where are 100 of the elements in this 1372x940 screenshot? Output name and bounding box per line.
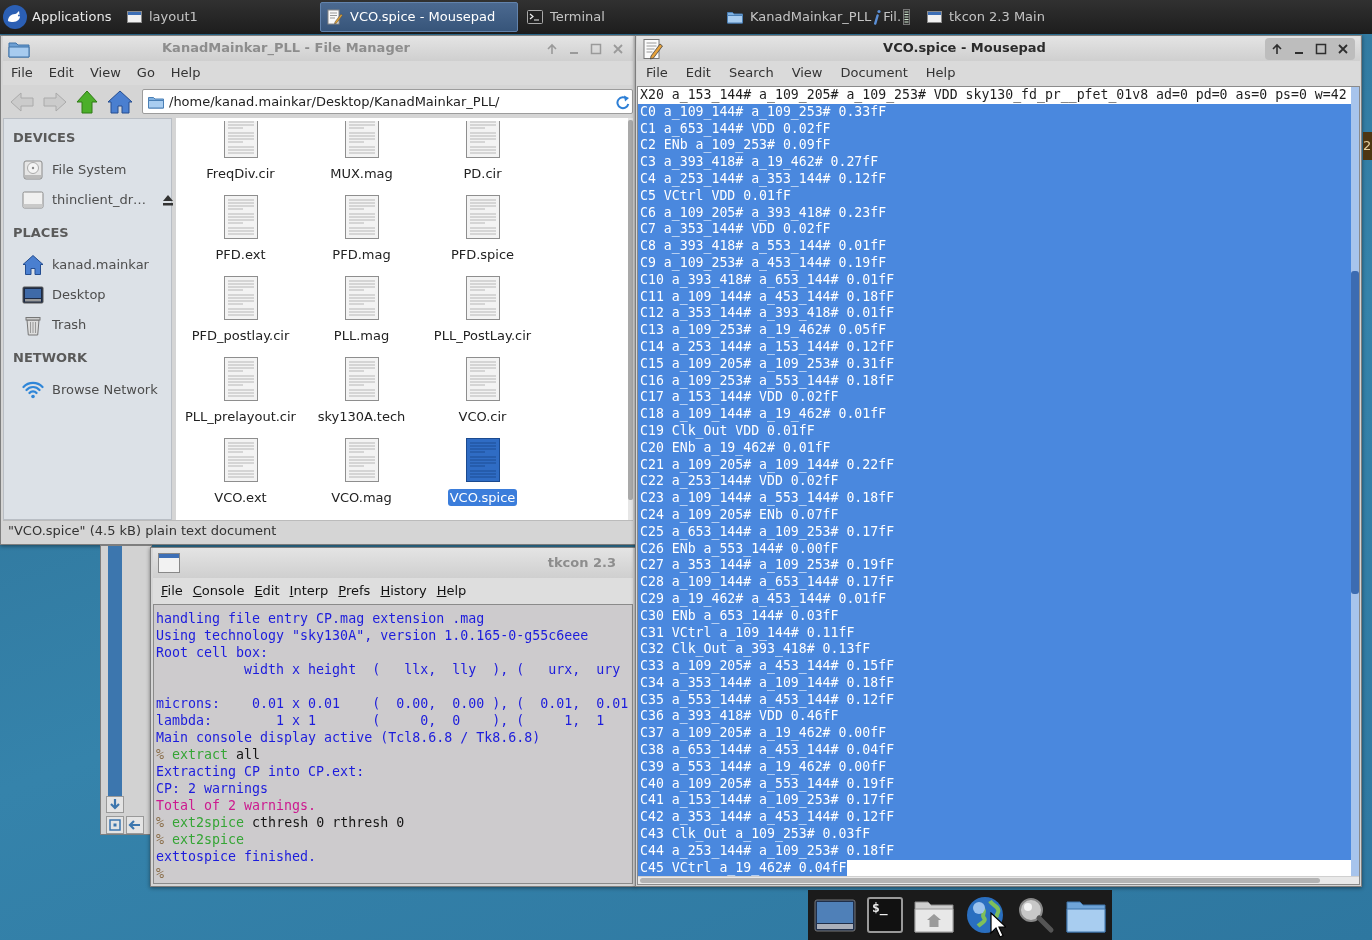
sidebar-item[interactable]: thinclient_dr… bbox=[4, 185, 171, 215]
menu-item[interactable]: Edit bbox=[676, 65, 720, 82]
taskbar-button[interactable]: Terminal bbox=[520, 2, 718, 32]
file-name[interactable]: VCO.cir bbox=[456, 408, 509, 425]
menu-item[interactable]: Console bbox=[187, 582, 250, 600]
menu-item[interactable]: Help bbox=[162, 64, 209, 82]
notepad-pencil-icon bbox=[327, 9, 343, 25]
file-name[interactable]: FreqDiv.cir bbox=[204, 165, 277, 182]
file-name[interactable]: PFD.ext bbox=[213, 246, 268, 263]
file-name[interactable]: PLL_prelayout.cir bbox=[183, 408, 298, 425]
console-line: microns: 0.01 x 0.01 ( 0.00, 0.00 ), ( 0.01, 0.01 bbox=[156, 695, 629, 712]
menu-item[interactable]: View bbox=[81, 64, 129, 82]
menu-item[interactable]: Search bbox=[719, 65, 783, 82]
close-icon[interactable] bbox=[1337, 42, 1349, 55]
menu-item[interactable]: Help bbox=[916, 65, 965, 82]
target-square-icon[interactable] bbox=[106, 816, 124, 834]
wifi-icon bbox=[22, 379, 44, 401]
notepad-pencil-icon bbox=[642, 37, 664, 60]
folder-icon bbox=[727, 10, 743, 24]
console-line: Extracting CP into CP.ext: bbox=[156, 763, 365, 780]
taskbar-button[interactable]: VCO.spice - Mousepad bbox=[320, 2, 518, 32]
file-name[interactable]: VCO.spice bbox=[447, 489, 518, 506]
code-line: X20 a_153_144# a_109_205# a_109_253# VDD sky130_fd_pr__pfet_01v8 ad=0 pd=0 as=0 ps=0 w=42 bbox=[639, 87, 1348, 104]
sidebar-item[interactable]: Trash bbox=[4, 310, 171, 340]
console-line: % ext2spice cthresh 0 rthresh 0 bbox=[156, 814, 405, 831]
window-icon bbox=[158, 553, 180, 573]
folder-icon bbox=[8, 39, 30, 58]
console-line: lambda: 1 x 1 ( 0, 0 ), ( 1, 1 bbox=[156, 712, 605, 729]
menu-item[interactable]: File bbox=[637, 65, 677, 82]
file-name[interactable]: PFD.spice bbox=[448, 246, 517, 263]
section-heading: PLACES bbox=[13, 224, 69, 242]
maximize-icon[interactable] bbox=[1315, 42, 1327, 55]
mouse-pointer-icon bbox=[990, 912, 1006, 938]
home-icon[interactable] bbox=[107, 89, 133, 114]
file-name[interactable]: MUX.mag bbox=[328, 165, 395, 182]
console-line: CP: 2 warnings bbox=[156, 780, 269, 797]
menu-item[interactable]: Edit bbox=[40, 64, 82, 82]
console-area[interactable] bbox=[153, 604, 633, 884]
document-icon[interactable] bbox=[464, 437, 501, 483]
menu-item[interactable]: Interp bbox=[284, 582, 334, 600]
file-name[interactable]: VCO.mag bbox=[329, 489, 394, 506]
file-name[interactable]: PD.cir bbox=[461, 165, 504, 182]
menu-item[interactable]: History bbox=[375, 582, 432, 600]
console-line: Main console display active (Tcl8.6.8 / Tk8.6.8) bbox=[156, 729, 541, 746]
status-text: "VCO.spice" (4.5 kB) plain text document bbox=[8, 523, 277, 540]
location-field[interactable]: /home/kanad.mainkar/Desktop/KanadMainkar_PLL/ bbox=[142, 89, 633, 114]
section-heading: DEVICES bbox=[13, 129, 76, 147]
window-icon bbox=[927, 11, 942, 23]
sidebar-item[interactable]: File System bbox=[4, 155, 171, 185]
monitor-icon bbox=[22, 284, 44, 306]
console-line: handling file entry CP.mag extension .mag bbox=[156, 610, 485, 627]
section-heading: NETWORK bbox=[13, 349, 88, 367]
window-icon bbox=[127, 11, 142, 23]
info-icon bbox=[873, 9, 882, 25]
console-line: % ext2spice bbox=[156, 831, 245, 848]
home-icon bbox=[22, 254, 44, 276]
sidebar-item[interactable]: kanad.mainkar bbox=[4, 250, 171, 280]
trash-icon bbox=[22, 314, 44, 336]
console-line: Total of 2 warnings. bbox=[156, 797, 317, 814]
menu-item[interactable]: Prefs bbox=[333, 582, 376, 600]
up-arrow-icon[interactable] bbox=[76, 89, 98, 114]
terminal-icon[interactable]: $_ bbox=[867, 897, 903, 933]
scrollbar-thumb[interactable] bbox=[640, 878, 1320, 884]
mouse-logo-icon bbox=[3, 5, 27, 29]
window-title: tkcon 2.3 bbox=[546, 554, 617, 572]
menu-item[interactable]: View bbox=[782, 65, 832, 82]
taskbar-button[interactable]: KanadMainkar_PLL Fil. bbox=[720, 2, 918, 32]
window-title: VCO.spice - Mousepad bbox=[882, 40, 1047, 57]
menu-item[interactable]: Go bbox=[128, 64, 163, 82]
meter-icon bbox=[903, 9, 911, 25]
menu-item[interactable]: Edit bbox=[249, 582, 285, 600]
drive-icon bbox=[22, 189, 44, 211]
console-line: Root cell box: bbox=[156, 644, 269, 661]
console-line: width x height ( llx, lly ), ( urx, ury bbox=[243, 661, 621, 678]
menu-item[interactable]: Document bbox=[831, 65, 917, 82]
file-name[interactable]: VCO.ext bbox=[212, 489, 269, 506]
left-arrow-icon[interactable] bbox=[126, 816, 144, 834]
menu-item[interactable]: File bbox=[156, 582, 188, 600]
file-name[interactable]: PFD_postlay.cir bbox=[189, 327, 292, 344]
down-arrow-icon[interactable] bbox=[106, 796, 124, 813]
menu-item[interactable]: Help bbox=[431, 582, 472, 600]
taskbar-button[interactable]: tkcon 2.3 Main bbox=[920, 2, 1118, 32]
file-name[interactable]: PFD.mag bbox=[330, 246, 393, 263]
arrow-up-icon[interactable] bbox=[1271, 42, 1283, 55]
console-line: % bbox=[156, 865, 164, 882]
eject-icon[interactable] bbox=[162, 194, 174, 206]
applications-menu-button[interactable]: Applications bbox=[0, 2, 116, 32]
sidebar-item[interactable]: Browse Network bbox=[4, 375, 171, 405]
console-line: exttospice finished. bbox=[156, 848, 317, 865]
taskbar-button[interactable]: layout1 bbox=[120, 2, 318, 32]
folder-icon bbox=[148, 94, 164, 109]
refresh-icon[interactable] bbox=[616, 93, 630, 110]
file-name[interactable]: sky130A.tech bbox=[315, 408, 408, 425]
file-name[interactable]: PLL.mag bbox=[331, 327, 392, 344]
hard-drive-icon bbox=[22, 159, 44, 181]
menu-item[interactable]: File bbox=[3, 64, 41, 82]
terminal-icon bbox=[527, 10, 543, 24]
sidebar-item[interactable]: Desktop bbox=[4, 280, 171, 310]
file-name[interactable]: PLL_PostLay.cir bbox=[431, 327, 534, 344]
scrollbar-thumb[interactable] bbox=[1351, 271, 1359, 594]
